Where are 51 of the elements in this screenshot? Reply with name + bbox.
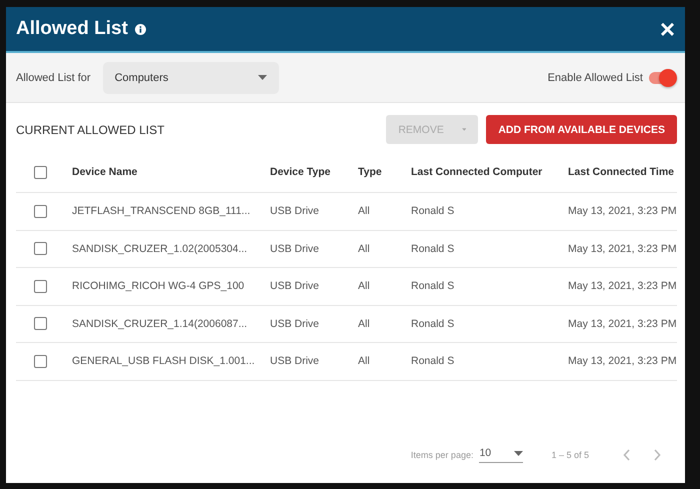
table-cell-text: RICOHIMG_RICOH WG-4 GPS_100 (72, 280, 246, 292)
table-cell-text: All (358, 242, 371, 255)
add-devices-button[interactable]: ADD FROM AVAILABLE DEVICES (486, 115, 677, 144)
table-cell-text: Ronald S (411, 280, 456, 292)
column-header: Device Type (270, 166, 332, 178)
table-cell-text: All (358, 280, 371, 292)
filter-label: Allowed List for (16, 72, 91, 84)
table-cell-text: Ronald S (411, 318, 456, 330)
table-cell-text: GENERAL_USB FLASH DISK_1.001... (72, 355, 256, 368)
table-cell-text: All (358, 205, 371, 218)
select-all-checkbox[interactable] (34, 166, 47, 178)
enable-toggle[interactable] (649, 72, 675, 84)
computers-dropdown[interactable]: Computers (102, 62, 279, 94)
toggle-label: Enable Allowed List (548, 72, 643, 84)
row-checkbox[interactable] (34, 317, 47, 330)
row-checkbox[interactable] (34, 204, 47, 218)
row-checkbox[interactable] (34, 280, 47, 293)
table-cell-text: USB Drive (270, 318, 320, 330)
table-cell-text: All (358, 355, 371, 368)
table-cell: May 13, 2021, 3:23 PM (568, 205, 677, 218)
page-size-select[interactable]: 10 (479, 447, 524, 463)
column-header: Last Connected Computer (411, 166, 544, 178)
table-cell-text: USB Drive (270, 205, 320, 218)
caret-icon (514, 450, 524, 456)
section-title: CURRENT ALLOWED LIST (16, 122, 164, 136)
row-checkbox[interactable] (34, 354, 47, 368)
table-cell-text: Ronald S (411, 355, 456, 368)
table-cell-text: USB Drive (270, 242, 320, 255)
table-cell-text: USB Drive (270, 280, 320, 292)
dialog-title: Allowed List (16, 18, 128, 40)
column-header: Last Connected Time (568, 166, 675, 178)
table-cell: May 13, 2021, 3:23 PM (568, 242, 677, 255)
table-cell-text: USB Drive (270, 355, 320, 368)
column-header: Type (358, 166, 383, 178)
table-cell-text: All (358, 318, 371, 330)
info-icon (134, 24, 146, 34)
close-button[interactable]: × (660, 16, 675, 42)
row-checkbox[interactable] (34, 242, 47, 256)
caret-icon (258, 75, 267, 80)
table-cell: May 13, 2021, 3:23 PM (568, 355, 677, 368)
table-cell-text: JETFLASH_TRANSCEND 8GB_111... (72, 205, 252, 218)
table-cell-text: Ronald S (411, 242, 456, 255)
table-cell-text: SANDISK_CRUZER_1.14(2006087... (72, 318, 248, 330)
page-range: 1 – 5 of 5 (551, 450, 589, 460)
table-cell: May 13, 2021, 3:23 PM (568, 318, 677, 330)
column-header: Device Name (72, 166, 138, 178)
caret-icon (462, 127, 466, 132)
items-per-page-label: Items per page: (410, 450, 474, 460)
table-cell: May 13, 2021, 3:23 PM (568, 280, 677, 292)
table-cell-text: SANDISK_CRUZER_1.02(2005304... (72, 242, 248, 255)
table-cell-text: Ronald S (411, 205, 456, 218)
